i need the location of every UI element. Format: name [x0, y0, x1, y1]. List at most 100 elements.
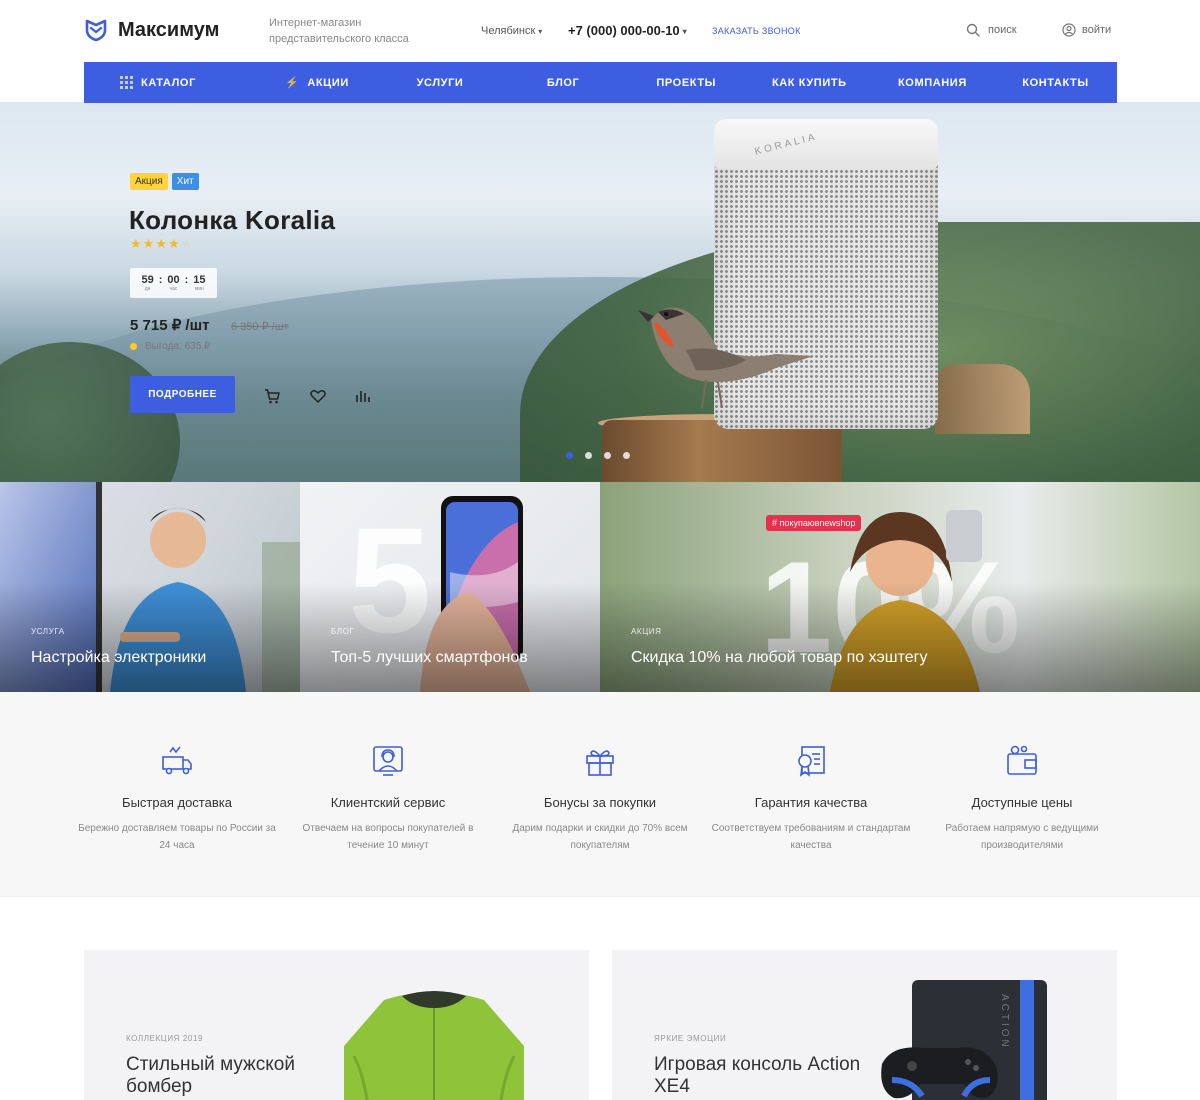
hero-title[interactable]: Колонка Koralia: [129, 205, 335, 236]
promo-category: Услуга: [31, 627, 65, 636]
nav-item-contacts[interactable]: Контакты: [994, 62, 1117, 103]
rating-stars: ★★★★★: [130, 236, 193, 252]
feature-item: Бонусы за покупки Дарим подарки и скидки…: [500, 744, 700, 854]
phone-number[interactable]: +7 (000) 000-00-10 ▾: [568, 23, 687, 38]
site-header: Максимум Интернет-магазин представительс…: [0, 0, 1200, 62]
timer-separator: :: [184, 274, 189, 286]
bomber-jacket-image: [344, 991, 524, 1100]
star-icon: ★: [142, 236, 156, 251]
nav-item-services[interactable]: Услуги: [378, 62, 501, 103]
search-button[interactable]: поиск: [966, 23, 1017, 37]
card-category: Коллекция 2019: [126, 1034, 204, 1043]
feature-desc: Дарим подарки и скидки до 70% всем покуп…: [512, 823, 688, 851]
promo-title: Скидка 10% на любой товар по хэштегу: [631, 649, 928, 666]
certificate-icon: [798, 746, 825, 777]
hashtag-label: покупаювnewshop: [779, 518, 856, 528]
nav-item-catalog[interactable]: Каталог: [84, 62, 255, 103]
promo-card[interactable]: 10% # покупаювnewshop Акция Скидка 10% н…: [600, 482, 1200, 692]
feature-item: Клиентский сервис Отвечаем на вопросы по…: [288, 744, 488, 854]
nav-item-company[interactable]: Компания: [871, 62, 994, 103]
cart-icon[interactable]: [263, 387, 281, 405]
feature-item: Быстрая доставка Бережно доставляем това…: [77, 744, 277, 854]
current-price: 5 715 ₽ /шт: [130, 317, 210, 334]
timer-hours-label: час: [169, 285, 178, 292]
nav-item-label: Каталог: [141, 76, 196, 89]
bird-image: [638, 307, 814, 409]
city-label: Челябинск: [481, 25, 536, 37]
slider-dot[interactable]: [585, 452, 592, 459]
gift-icon: [586, 750, 614, 776]
timer-hours: 00: [167, 273, 180, 286]
hashtag-sticker: # покупаювnewshop: [766, 515, 862, 531]
promo-shade: [0, 582, 300, 692]
countdown-timer: 59 дн : 00 час : 15 мин: [130, 268, 217, 298]
promo-card[interactable]: Услуга Настройка электроники: [0, 482, 300, 692]
feature-title: Быстрая доставка: [122, 795, 232, 810]
card-title: Игровая консоль Action XE4: [654, 1054, 861, 1097]
slider-dot[interactable]: [623, 452, 630, 459]
features-section: Быстрая доставка Бережно доставляем това…: [0, 692, 1200, 897]
slider-dot[interactable]: [566, 452, 573, 459]
user-icon: [1062, 23, 1076, 37]
logo-text: Максимум: [118, 18, 220, 41]
city-selector[interactable]: Челябинск ▾: [481, 25, 542, 37]
slider-dots: [566, 452, 630, 459]
saving-label: Выгода: 635 ₽: [145, 341, 211, 352]
timer-minutes-label: мин: [194, 285, 204, 292]
nav-item-projects[interactable]: Проекты: [625, 62, 748, 103]
nav-item-how-to-buy[interactable]: Как купить: [748, 62, 871, 103]
hero-badges: Акция Хит: [130, 173, 199, 190]
compare-icon[interactable]: [354, 387, 372, 405]
collection-card[interactable]: ACTION Яркие эмоции Игровая консоль Acti…: [612, 950, 1117, 1100]
timer-days: 59: [141, 273, 154, 286]
heart-icon[interactable]: [309, 387, 327, 405]
timer-minutes: 15: [193, 273, 206, 286]
timer-days-label: дн: [144, 285, 151, 292]
timer-separator: :: [158, 274, 163, 286]
login-button[interactable]: войти: [1062, 23, 1111, 37]
old-price: 6 350 ₽ /шт: [231, 321, 289, 333]
callback-link[interactable]: заказать звонок: [712, 26, 801, 36]
search-icon: [966, 23, 980, 37]
nav-item-sales[interactable]: ⚡ Акции: [255, 62, 378, 103]
star-icon: ★: [155, 236, 168, 251]
promo-card[interactable]: 5 Блог Топ-5 лучших смартфонов: [300, 482, 600, 692]
site-tagline: Интернет-магазин представительского клас…: [269, 17, 409, 45]
badge-sale: Акция: [130, 173, 168, 190]
delivery-truck-icon: [162, 746, 192, 775]
hero-banner: KORALIA Акция Хит Колонка Koralia ★★★★★ …: [0, 102, 1200, 482]
promo-shade: [600, 582, 1200, 692]
chevron-down-icon: ▾: [682, 27, 687, 37]
promo-shade: [300, 582, 600, 692]
game-console-image: ACTION: [881, 980, 1047, 1100]
feature-desc: Отвечаем на вопросы покупателей в течени…: [302, 823, 474, 851]
console-brand-label: ACTION: [999, 994, 1010, 1050]
phone-label: +7 (000) 000-00-10: [568, 23, 680, 38]
promo-title: Настройка электроники: [31, 649, 207, 666]
star-icon: ★: [167, 236, 181, 251]
promo-category: Акция: [631, 627, 662, 636]
details-button[interactable]: Подробнее: [130, 376, 235, 413]
feature-desc: Работаем напрямую с ведущими производите…: [945, 823, 1099, 851]
main-nav: Каталог ⚡ Акции Услуги Блог Проекты Как …: [84, 62, 1117, 103]
feature-item: Гарантия качества Соответствуем требован…: [711, 744, 911, 854]
search-label: поиск: [988, 24, 1017, 36]
badge-hit: Хит: [171, 173, 199, 190]
speaker-top: [714, 119, 938, 169]
saving-info: Выгода: 635 ₽: [130, 341, 210, 352]
promo-title: Топ-5 лучших смартфонов: [331, 649, 528, 666]
promo-category: Блог: [331, 627, 355, 636]
feature-title: Бонусы за покупки: [543, 795, 657, 810]
nav-item-blog[interactable]: Блог: [502, 62, 625, 103]
logo[interactable]: Максимум: [84, 18, 219, 42]
feature-desc: Бережно доставляем товары по России за 2…: [78, 823, 276, 851]
collection-card[interactable]: Коллекция 2019 Стильный мужской бомбер: [84, 950, 589, 1100]
hashtag-icon: #: [772, 518, 778, 528]
feature-title: Клиентский сервис: [330, 795, 446, 810]
login-label: войти: [1082, 24, 1112, 36]
star-icon: ★: [180, 236, 194, 251]
star-icon: ★: [130, 236, 143, 251]
card-title: Стильный мужской бомбер: [126, 1054, 295, 1097]
slider-dot[interactable]: [604, 452, 611, 459]
nav-item-label: Акции: [307, 76, 349, 89]
